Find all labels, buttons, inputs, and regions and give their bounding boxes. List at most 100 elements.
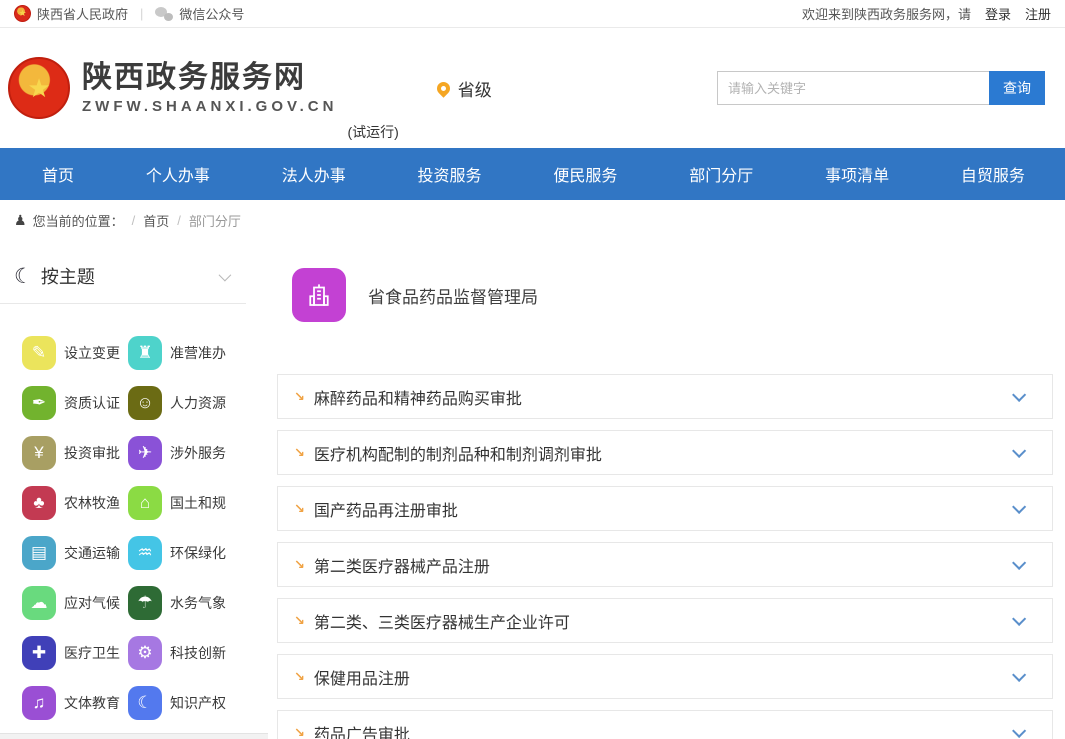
divider xyxy=(0,303,246,304)
topbar-separator: | xyxy=(140,6,143,21)
site-header: ★ 陕西政务服务网 ZWFW.SHAANXI.GOV.CN (试运行) 省级 查… xyxy=(0,28,1065,148)
wechat-link[interactable]: 微信公众号 xyxy=(179,4,244,23)
sidebar-item-icon: ♫ xyxy=(22,686,56,720)
nav-item[interactable]: 首页 xyxy=(42,162,74,186)
sidebar-item[interactable]: ♣ 农林牧渔 xyxy=(22,478,128,528)
department-building-icon xyxy=(292,268,346,322)
sidebar-item-label: 设立变更 xyxy=(64,343,120,363)
sidebar-item[interactable]: ♒ 环保绿化 xyxy=(128,528,260,578)
sidebar-item-icon: ♒ xyxy=(128,536,162,570)
expand-arrow-icon: ↘ xyxy=(294,726,305,739)
nav-item[interactable]: 投资服务 xyxy=(418,162,482,186)
service-item-title: 药品广告审批 xyxy=(314,721,410,739)
breadcrumb-current: 部门分厅 xyxy=(189,211,241,230)
sidebar-item[interactable]: ▤ 交通运输 xyxy=(22,528,128,578)
sidebar-item-icon: ☂ xyxy=(128,586,162,620)
sidebar-item-label: 资质认证 xyxy=(64,393,120,413)
sidebar-item[interactable]: ♜ 准营准办 xyxy=(128,328,260,378)
nav-item[interactable]: 事项清单 xyxy=(825,162,889,186)
sidebar-item-label: 医疗卫生 xyxy=(64,643,120,663)
welcome-text: 欢迎来到陕西政务服务网，请 xyxy=(802,4,971,23)
sidebar-item[interactable]: ☁ 应对气候 xyxy=(22,578,128,628)
chevron-down-icon[interactable] xyxy=(1012,443,1026,457)
service-item[interactable]: ↘ 医疗机构配制的制剂品种和制剂调剂审批 xyxy=(277,430,1053,475)
chevron-down-icon[interactable] xyxy=(1012,723,1026,737)
region-selector[interactable]: 省级 xyxy=(437,76,492,101)
nav-item[interactable]: 法人办事 xyxy=(282,162,346,186)
expand-arrow-icon: ↘ xyxy=(294,558,305,571)
breadcrumb: ♟ 您当前的位置： / 首页 / 部门分厅 xyxy=(0,200,1065,240)
sidebar-item-icon: ▤ xyxy=(22,536,56,570)
service-list: ↘ 麻醉药品和精神药品购买审批 ↘ 医疗机构配制的制剂品种和制剂调剂审批 ↘ 国… xyxy=(277,374,1053,739)
sidebar-item-icon: ☁ xyxy=(22,586,56,620)
chevron-down-icon[interactable] xyxy=(1012,555,1026,569)
main-content: 省食品药品监督管理局 ↘ 麻醉药品和精神药品购买审批 ↘ 医疗机构配制的制剂品种… xyxy=(260,240,1065,739)
sidebar-item-icon: ✚ xyxy=(22,636,56,670)
main-nav: 首页 个人办事 法人办事 投资服务 便民服务 部门分厅 事项清单 自贸服务 xyxy=(0,148,1065,200)
sidebar-item[interactable]: ⚙ 科技创新 xyxy=(128,628,260,678)
service-item[interactable]: ↘ 麻醉药品和精神药品购买审批 xyxy=(277,374,1053,419)
breadcrumb-label: 您当前的位置： xyxy=(33,211,124,230)
sidebar-item[interactable]: ⌂ 国土和规 xyxy=(128,478,260,528)
department-header: 省食品药品监督管理局 xyxy=(292,268,1053,322)
theme-grid: ✎ 设立变更 ♜ 准营准办 ✒ 资质认证 ☺ 人力资源 ¥ 投资审批 ✈ 涉外服… xyxy=(22,328,260,739)
service-item[interactable]: ↘ 第二类、三类医疗器械生产企业许可 xyxy=(277,598,1053,643)
sidebar-item-icon: ♜ xyxy=(128,336,162,370)
service-item[interactable]: ↘ 第二类医疗器械产品注册 xyxy=(277,542,1053,587)
site-domain: ZWFW.SHAANXI.GOV.CN xyxy=(82,98,337,115)
person-pin-icon: ♟ xyxy=(14,213,27,227)
login-link[interactable]: 登录 xyxy=(985,4,1011,23)
sidebar-item-label: 农林牧渔 xyxy=(64,493,120,513)
expand-arrow-icon: ↘ xyxy=(294,670,305,683)
search-button[interactable]: 查询 xyxy=(989,71,1045,105)
nav-item[interactable]: 自贸服务 xyxy=(961,162,1025,186)
sidebar-item-icon: ☾ xyxy=(128,686,162,720)
sidebar-item-label: 环保绿化 xyxy=(170,543,226,563)
sidebar-item[interactable]: ☺ 人力资源 xyxy=(128,378,260,428)
nav-item[interactable]: 个人办事 xyxy=(146,162,210,186)
sidebar-item-label: 交通运输 xyxy=(64,543,120,563)
search-input[interactable] xyxy=(717,71,989,105)
moon-icon: ☾ xyxy=(14,266,33,287)
chevron-down-icon[interactable] xyxy=(1012,387,1026,401)
sidebar-item[interactable]: ✎ 设立变更 xyxy=(22,328,128,378)
sidebar-item[interactable]: ✚ 医疗卫生 xyxy=(22,628,128,678)
sidebar-item-icon: ✒ xyxy=(22,386,56,420)
chevron-down-icon[interactable] xyxy=(1012,499,1026,513)
sidebar-item-icon: ⌂ xyxy=(128,486,162,520)
nav-item[interactable]: 便民服务 xyxy=(553,162,617,186)
sidebar-item[interactable]: ¥ 投资审批 xyxy=(22,428,128,478)
sidebar-item-label: 涉外服务 xyxy=(170,443,226,463)
sidebar-item[interactable]: ♫ 文体教育 xyxy=(22,678,128,728)
gov-portal-link[interactable]: 陕西省人民政府 xyxy=(37,4,128,23)
sidebar-item[interactable]: ✈ 涉外服务 xyxy=(128,428,260,478)
chevron-down-icon[interactable] xyxy=(1012,611,1026,625)
service-item[interactable]: ↘ 国产药品再注册审批 xyxy=(277,486,1053,531)
service-item-title: 国产药品再注册审批 xyxy=(314,497,458,521)
site-search: 查询 xyxy=(717,71,1045,105)
chevron-down-icon[interactable] xyxy=(1012,667,1026,681)
service-item-title: 麻醉药品和精神药品购买审批 xyxy=(314,385,522,409)
service-item[interactable]: ↘ 保健用品注册 xyxy=(277,654,1053,699)
sidebar-item-label: 知识产权 xyxy=(170,693,226,713)
page: ★ 陕西省人民政府 | 微信公众号 欢迎来到陕西政务服务网，请 登录 注册 ★ … xyxy=(0,0,1065,739)
expand-arrow-icon: ↘ xyxy=(294,390,305,403)
wechat-icon xyxy=(155,7,173,21)
sidebar-item[interactable]: ☾ 知识产权 xyxy=(128,678,260,728)
service-item-title: 保健用品注册 xyxy=(314,665,410,689)
sidebar-item-label: 水务气象 xyxy=(170,593,226,613)
nav-item[interactable]: 部门分厅 xyxy=(689,162,753,186)
sidebar-item-icon: ⚙ xyxy=(128,636,162,670)
national-emblem-icon: ★ xyxy=(14,5,31,22)
sidebar-item-icon: ✈ xyxy=(128,436,162,470)
chevron-down-icon[interactable] xyxy=(219,268,232,281)
sidebar-bottom-strip xyxy=(0,733,268,739)
sidebar-item-label: 国土和规 xyxy=(170,493,226,513)
sidebar-item[interactable]: ✒ 资质认证 xyxy=(22,378,128,428)
sidebar-item[interactable]: ☂ 水务气象 xyxy=(128,578,260,628)
breadcrumb-link-home[interactable]: 首页 xyxy=(143,211,169,230)
site-logo: 陕西政务服务网 ZWFW.SHAANXI.GOV.CN xyxy=(82,61,337,115)
service-item[interactable]: ↘ 药品广告审批 xyxy=(277,710,1053,739)
expand-arrow-icon: ↘ xyxy=(294,446,305,459)
register-link[interactable]: 注册 xyxy=(1025,4,1051,23)
